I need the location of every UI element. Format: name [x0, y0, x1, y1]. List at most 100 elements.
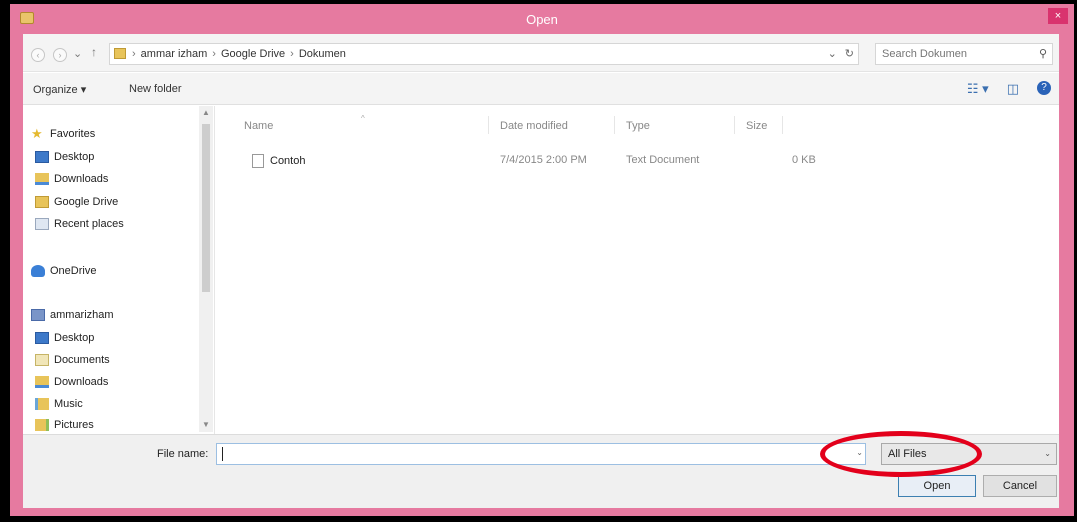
file-list: ^ Name Date modified Type Size Contoh 7/…: [216, 106, 1059, 434]
column-divider[interactable]: [614, 116, 615, 134]
chevron-down-icon[interactable]: ⌄: [1044, 449, 1051, 458]
file-name: Contoh: [270, 155, 306, 167]
close-button[interactable]: ×: [1048, 8, 1068, 24]
type-cell: Text Document: [626, 154, 700, 166]
search-icon[interactable]: ⚲: [1039, 47, 1047, 60]
sidebar-item-pictures[interactable]: Pictures: [35, 419, 94, 431]
sidebar-item-documents[interactable]: Documents: [35, 354, 110, 366]
column-header-date-modified[interactable]: Date modified: [500, 120, 568, 132]
sidebar-item-ammarizham[interactable]: ammarizham: [31, 309, 114, 321]
file-name-label: File name:: [157, 448, 209, 460]
pictures-icon: [35, 419, 49, 431]
onedrive-icon: [31, 265, 45, 277]
forward-button[interactable]: ›: [53, 48, 67, 62]
sidebar-scrollbar[interactable]: ▲ ▼: [199, 106, 213, 432]
sidebar-item-label: Pictures: [54, 419, 94, 431]
column-header-type[interactable]: Type: [626, 120, 650, 132]
downloads-icon: [35, 173, 49, 185]
new-folder-button[interactable]: New folder: [129, 83, 182, 95]
sidebar-item-label: Google Drive: [54, 196, 119, 208]
column-header-size[interactable]: Size: [746, 120, 767, 132]
sidebar-item-label: Desktop: [54, 332, 95, 344]
organize-button[interactable]: Organize ▾: [33, 83, 86, 96]
folder-icon: [114, 48, 126, 59]
chevron-down-icon[interactable]: ⌄: [856, 448, 863, 457]
desktop-icon: [35, 332, 49, 344]
help-icon[interactable]: ?: [1037, 81, 1051, 95]
documents-icon: [35, 354, 49, 366]
recent-locations-button[interactable]: ⌄: [73, 47, 82, 60]
sidebar-item-label: Recent places: [54, 218, 124, 230]
sidebar-item-label: OneDrive: [50, 265, 97, 277]
sidebar-item-label: Desktop: [54, 151, 95, 163]
cancel-button[interactable]: Cancel: [983, 475, 1057, 497]
sidebar-item-google-drive[interactable]: Google Drive: [35, 196, 118, 208]
sidebar-item-downloads[interactable]: Downloads: [35, 376, 108, 388]
sidebar-item-label: Favorites: [50, 128, 96, 140]
up-button[interactable]: ↑: [91, 45, 97, 59]
dialog-client: ‹ › ⌄ ↑ › ammar izham › Google Drive › D…: [23, 34, 1059, 508]
breadcrumb-separator: ›: [212, 48, 216, 60]
navigation-bar: ‹ › ⌄ ↑ › ammar izham › Google Drive › D…: [23, 34, 1059, 72]
command-bar: Organize ▾ New folder ☷ ▾ ◫ ?: [23, 73, 1059, 105]
date-modified-cell: 7/4/2015 2:00 PM: [500, 154, 587, 166]
size-cell: 0 KB: [792, 154, 816, 166]
file-name-cell[interactable]: Contoh: [252, 154, 305, 168]
window-title: Open: [526, 12, 558, 27]
sidebar-item-label: Downloads: [54, 376, 109, 388]
file-name-combobox[interactable]: ⌄: [216, 443, 866, 465]
dialog-footer: File name: ⌄ All Files ⌄ Open Cancel: [23, 434, 1059, 508]
view-controls: ☷ ▾ ◫ ?: [967, 81, 1051, 97]
sidebar-item-recent-places[interactable]: Recent places: [35, 218, 124, 230]
sidebar-item-favorites[interactable]: ★ Favorites: [31, 126, 96, 141]
sidebar-item-onedrive[interactable]: OneDrive: [31, 265, 96, 277]
column-divider[interactable]: [488, 116, 489, 134]
breadcrumb-separator: ›: [132, 48, 136, 60]
file-name-input[interactable]: [221, 445, 841, 463]
breadcrumb-item-user[interactable]: ammar izham: [141, 48, 208, 60]
desktop-icon: [35, 151, 49, 163]
back-button[interactable]: ‹: [31, 48, 45, 62]
sidebar-item-downloads[interactable]: Downloads: [35, 173, 108, 185]
sidebar-item-label: Downloads: [54, 173, 109, 185]
file-type-filter-value: All Files: [888, 448, 927, 460]
change-view-icon[interactable]: ☷ ▾: [967, 81, 989, 97]
title-bar[interactable]: Open ×: [10, 4, 1074, 34]
breadcrumb-item-dokumen[interactable]: Dokumen: [299, 48, 346, 60]
sort-indicator-icon: ^: [361, 114, 365, 123]
sidebar-item-label: ammarizham: [50, 309, 114, 321]
text-caret: [222, 447, 223, 461]
dialog-window: Open × ‹ › ⌄ ↑ › ammar izham › Google Dr…: [10, 4, 1074, 516]
scroll-down-icon[interactable]: ▼: [201, 420, 211, 429]
scroll-up-icon[interactable]: ▲: [201, 108, 211, 117]
scroll-thumb[interactable]: [202, 124, 210, 292]
downloads-icon: [35, 376, 49, 388]
sidebar-item-music[interactable]: Music: [35, 398, 83, 410]
sidebar-item-label: Music: [54, 398, 83, 410]
sidebar-item-desktop[interactable]: Desktop: [35, 332, 94, 344]
text-file-icon: [252, 154, 264, 168]
refresh-icon[interactable]: ↻: [845, 47, 854, 60]
navigation-pane: ★ Favorites Desktop Downloads Google Dri…: [23, 106, 215, 434]
sidebar-item-desktop[interactable]: Desktop: [35, 151, 94, 163]
table-row[interactable]: Contoh 7/4/2015 2:00 PM Text Document 0 …: [236, 150, 846, 172]
search-box[interactable]: ⚲: [875, 43, 1053, 65]
preview-pane-icon[interactable]: ◫: [1007, 81, 1019, 97]
file-type-filter[interactable]: All Files ⌄: [881, 443, 1057, 465]
column-divider[interactable]: [734, 116, 735, 134]
address-dropdown-button[interactable]: ⌄: [828, 47, 837, 60]
star-icon: ★: [31, 126, 43, 141]
address-controls: ⌄ ↻: [828, 47, 854, 60]
computer-icon: [31, 309, 45, 321]
music-icon: [35, 398, 49, 410]
column-divider[interactable]: [782, 116, 783, 134]
address-bar[interactable]: › ammar izham › Google Drive › Dokumen ⌄…: [109, 43, 859, 65]
open-button[interactable]: Open: [898, 475, 976, 497]
breadcrumb-item-google-drive[interactable]: Google Drive: [221, 48, 285, 60]
sidebar-item-label: Documents: [54, 354, 110, 366]
search-input[interactable]: [882, 45, 1032, 63]
breadcrumb: › ammar izham › Google Drive › Dokumen: [132, 48, 346, 60]
breadcrumb-separator: ›: [290, 48, 294, 60]
folder-icon: [35, 196, 49, 208]
column-header-name[interactable]: Name: [244, 120, 273, 132]
